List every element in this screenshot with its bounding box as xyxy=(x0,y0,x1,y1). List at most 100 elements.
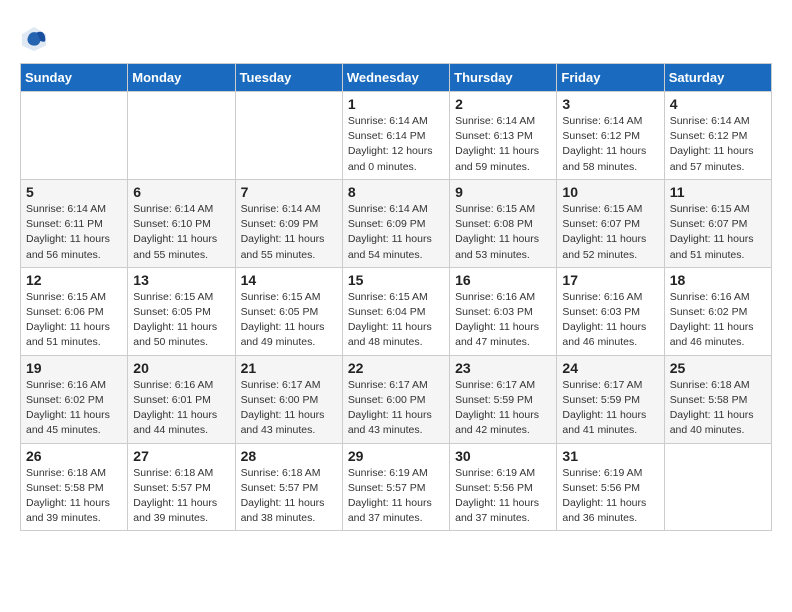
day-number: 25 xyxy=(670,360,766,376)
day-number: 3 xyxy=(562,96,658,112)
day-info: Sunrise: 6:18 AM Sunset: 5:58 PM Dayligh… xyxy=(670,378,766,439)
day-number: 28 xyxy=(241,448,337,464)
logo xyxy=(20,25,52,53)
calendar-cell xyxy=(21,92,128,180)
calendar-cell: 3 Sunrise: 6:14 AM Sunset: 6:12 PM Daylig… xyxy=(557,92,664,180)
day-number: 18 xyxy=(670,272,766,288)
day-info: Sunrise: 6:19 AM Sunset: 5:57 PM Dayligh… xyxy=(348,466,444,527)
day-number: 10 xyxy=(562,184,658,200)
day-info: Sunrise: 6:14 AM Sunset: 6:09 PM Dayligh… xyxy=(348,202,444,263)
weekday-header-sunday: Sunday xyxy=(21,64,128,92)
day-info: Sunrise: 6:19 AM Sunset: 5:56 PM Dayligh… xyxy=(562,466,658,527)
day-number: 29 xyxy=(348,448,444,464)
calendar-cell xyxy=(128,92,235,180)
calendar-cell: 18 Sunrise: 6:16 AM Sunset: 6:02 PM Dayli… xyxy=(664,267,771,355)
logo-icon xyxy=(20,25,48,53)
calendar-cell xyxy=(664,443,771,531)
day-number: 17 xyxy=(562,272,658,288)
calendar-cell: 7 Sunrise: 6:14 AM Sunset: 6:09 PM Daylig… xyxy=(235,179,342,267)
day-number: 24 xyxy=(562,360,658,376)
day-info: Sunrise: 6:17 AM Sunset: 5:59 PM Dayligh… xyxy=(455,378,551,439)
day-number: 15 xyxy=(348,272,444,288)
week-row-5: 26 Sunrise: 6:18 AM Sunset: 5:58 PM Dayli… xyxy=(21,443,772,531)
day-info: Sunrise: 6:16 AM Sunset: 6:01 PM Dayligh… xyxy=(133,378,229,439)
day-number: 9 xyxy=(455,184,551,200)
day-info: Sunrise: 6:17 AM Sunset: 6:00 PM Dayligh… xyxy=(348,378,444,439)
day-info: Sunrise: 6:14 AM Sunset: 6:13 PM Dayligh… xyxy=(455,114,551,175)
day-info: Sunrise: 6:14 AM Sunset: 6:14 PM Dayligh… xyxy=(348,114,444,175)
day-info: Sunrise: 6:19 AM Sunset: 5:56 PM Dayligh… xyxy=(455,466,551,527)
page-header xyxy=(20,20,772,53)
week-row-3: 12Sunrise: 6:15 AM Sunset: 6:06 PM Dayli… xyxy=(21,267,772,355)
calendar-cell: 5Sunrise: 6:14 AM Sunset: 6:11 PM Daylig… xyxy=(21,179,128,267)
calendar-cell xyxy=(235,92,342,180)
day-number: 31 xyxy=(562,448,658,464)
day-number: 14 xyxy=(241,272,337,288)
day-number: 11 xyxy=(670,184,766,200)
day-number: 2 xyxy=(455,96,551,112)
weekday-header-friday: Friday xyxy=(557,64,664,92)
calendar-cell: 23Sunrise: 6:17 AM Sunset: 5:59 PM Dayli… xyxy=(450,355,557,443)
weekday-header-wednesday: Wednesday xyxy=(342,64,449,92)
day-info: Sunrise: 6:18 AM Sunset: 5:57 PM Dayligh… xyxy=(133,466,229,527)
week-row-2: 5Sunrise: 6:14 AM Sunset: 6:11 PM Daylig… xyxy=(21,179,772,267)
week-row-1: 1 Sunrise: 6:14 AM Sunset: 6:14 PM Daylig… xyxy=(21,92,772,180)
day-number: 1 xyxy=(348,96,444,112)
calendar-cell: 19 Sunrise: 6:16 AM Sunset: 6:02 PM Dayli… xyxy=(21,355,128,443)
day-number: 20 xyxy=(133,360,229,376)
day-info: Sunrise: 6:15 AM Sunset: 6:07 PM Dayligh… xyxy=(670,202,766,263)
calendar-cell: 31 Sunrise: 6:19 AM Sunset: 5:56 PM Dayli… xyxy=(557,443,664,531)
calendar-cell: 29 Sunrise: 6:19 AM Sunset: 5:57 PM Dayli… xyxy=(342,443,449,531)
weekday-header-tuesday: Tuesday xyxy=(235,64,342,92)
calendar-cell: 24 Sunrise: 6:17 AM Sunset: 5:59 PM Dayli… xyxy=(557,355,664,443)
day-info: Sunrise: 6:15 AM Sunset: 6:08 PM Dayligh… xyxy=(455,202,551,263)
calendar-cell: 25 Sunrise: 6:18 AM Sunset: 5:58 PM Dayli… xyxy=(664,355,771,443)
day-number: 16 xyxy=(455,272,551,288)
day-info: Sunrise: 6:15 AM Sunset: 6:05 PM Dayligh… xyxy=(133,290,229,351)
day-number: 12 xyxy=(26,272,122,288)
day-info: Sunrise: 6:16 AM Sunset: 6:03 PM Dayligh… xyxy=(562,290,658,351)
calendar-cell: 14 Sunrise: 6:15 AM Sunset: 6:05 PM Dayli… xyxy=(235,267,342,355)
calendar-cell: 12Sunrise: 6:15 AM Sunset: 6:06 PM Dayli… xyxy=(21,267,128,355)
calendar-cell: 30Sunrise: 6:19 AM Sunset: 5:56 PM Dayli… xyxy=(450,443,557,531)
calendar-cell: 27Sunrise: 6:18 AM Sunset: 5:57 PM Dayli… xyxy=(128,443,235,531)
day-info: Sunrise: 6:14 AM Sunset: 6:12 PM Dayligh… xyxy=(670,114,766,175)
calendar-cell: 28 Sunrise: 6:18 AM Sunset: 5:57 PM Dayli… xyxy=(235,443,342,531)
calendar-cell: 11 Sunrise: 6:15 AM Sunset: 6:07 PM Dayli… xyxy=(664,179,771,267)
day-number: 22 xyxy=(348,360,444,376)
day-info: Sunrise: 6:14 AM Sunset: 6:10 PM Dayligh… xyxy=(133,202,229,263)
day-number: 26 xyxy=(26,448,122,464)
day-number: 4 xyxy=(670,96,766,112)
day-info: Sunrise: 6:17 AM Sunset: 6:00 PM Dayligh… xyxy=(241,378,337,439)
day-info: Sunrise: 6:18 AM Sunset: 5:57 PM Dayligh… xyxy=(241,466,337,527)
day-info: Sunrise: 6:18 AM Sunset: 5:58 PM Dayligh… xyxy=(26,466,122,527)
calendar-table: SundayMondayTuesdayWednesdayThursdayFrid… xyxy=(20,63,772,531)
day-info: Sunrise: 6:16 AM Sunset: 6:02 PM Dayligh… xyxy=(670,290,766,351)
calendar-cell: 17 Sunrise: 6:16 AM Sunset: 6:03 PM Dayli… xyxy=(557,267,664,355)
day-info: Sunrise: 6:14 AM Sunset: 6:09 PM Dayligh… xyxy=(241,202,337,263)
calendar-cell: 10 Sunrise: 6:15 AM Sunset: 6:07 PM Dayli… xyxy=(557,179,664,267)
weekday-header-row: SundayMondayTuesdayWednesdayThursdayFrid… xyxy=(21,64,772,92)
calendar-cell: 6Sunrise: 6:14 AM Sunset: 6:10 PM Daylig… xyxy=(128,179,235,267)
day-number: 7 xyxy=(241,184,337,200)
day-info: Sunrise: 6:15 AM Sunset: 6:04 PM Dayligh… xyxy=(348,290,444,351)
day-number: 19 xyxy=(26,360,122,376)
day-info: Sunrise: 6:14 AM Sunset: 6:12 PM Dayligh… xyxy=(562,114,658,175)
calendar-cell: 22 Sunrise: 6:17 AM Sunset: 6:00 PM Dayli… xyxy=(342,355,449,443)
calendar-cell: 2 Sunrise: 6:14 AM Sunset: 6:13 PM Daylig… xyxy=(450,92,557,180)
day-info: Sunrise: 6:16 AM Sunset: 6:03 PM Dayligh… xyxy=(455,290,551,351)
calendar-cell: 15 Sunrise: 6:15 AM Sunset: 6:04 PM Dayli… xyxy=(342,267,449,355)
day-info: Sunrise: 6:15 AM Sunset: 6:07 PM Dayligh… xyxy=(562,202,658,263)
calendar-cell: 4 Sunrise: 6:14 AM Sunset: 6:12 PM Daylig… xyxy=(664,92,771,180)
weekday-header-saturday: Saturday xyxy=(664,64,771,92)
day-info: Sunrise: 6:15 AM Sunset: 6:05 PM Dayligh… xyxy=(241,290,337,351)
day-number: 13 xyxy=(133,272,229,288)
day-number: 21 xyxy=(241,360,337,376)
calendar-cell: 13 Sunrise: 6:15 AM Sunset: 6:05 PM Dayli… xyxy=(128,267,235,355)
day-number: 5 xyxy=(26,184,122,200)
day-info: Sunrise: 6:16 AM Sunset: 6:02 PM Dayligh… xyxy=(26,378,122,439)
day-info: Sunrise: 6:17 AM Sunset: 5:59 PM Dayligh… xyxy=(562,378,658,439)
calendar-cell: 20 Sunrise: 6:16 AM Sunset: 6:01 PM Dayli… xyxy=(128,355,235,443)
weekday-header-thursday: Thursday xyxy=(450,64,557,92)
day-number: 8 xyxy=(348,184,444,200)
